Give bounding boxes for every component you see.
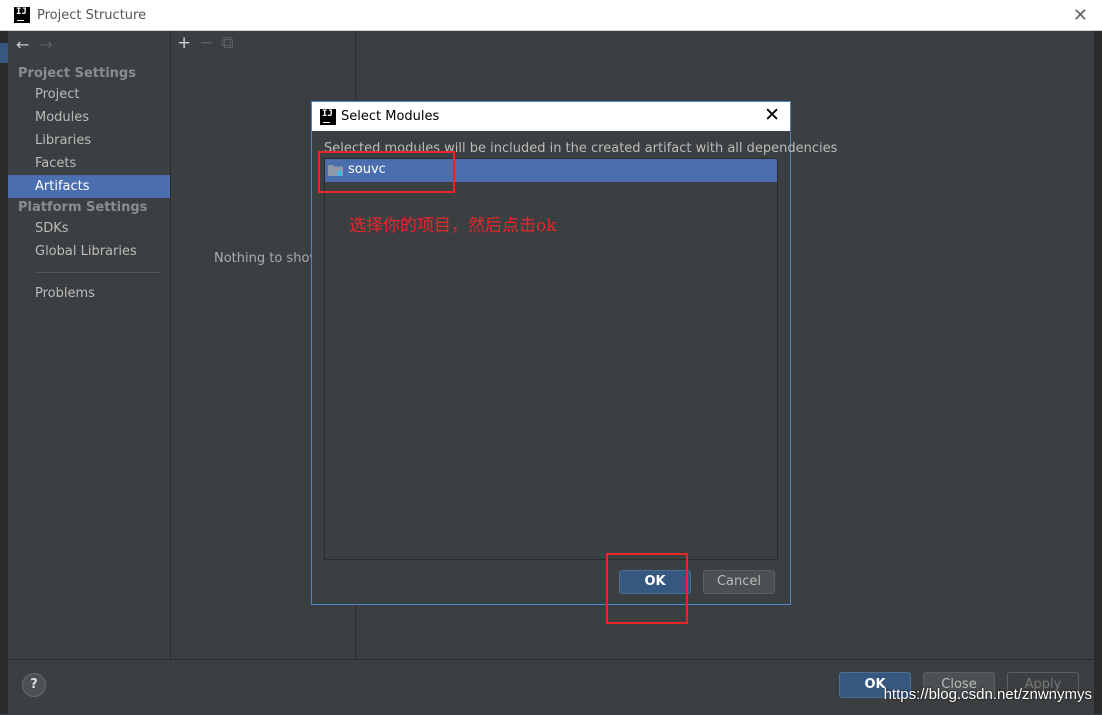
intellij-logo-icon: IJ (14, 7, 30, 23)
background-editor-edge-right (1094, 31, 1102, 714)
sidebar-item-project[interactable]: Project (8, 83, 170, 106)
settings-sidebar: ← → Project Settings Project Modules Libr… (8, 31, 171, 659)
watermark-text: https://blog.csdn.net/znwnymys (883, 686, 1092, 703)
window-title-bar: IJ Project Structure ✕ (0, 0, 1102, 31)
sidebar-item-facets[interactable]: Facets (8, 152, 170, 175)
platform-settings-heading: Platform Settings (18, 200, 148, 215)
annotation-box-module (318, 151, 455, 193)
copy-icon[interactable]: ⧉ (222, 33, 234, 53)
sidebar-item-libraries[interactable]: Libraries (8, 129, 170, 152)
nav-arrows: ← → (16, 35, 63, 54)
intellij-logo-icon: IJ (320, 109, 336, 125)
dialog-close-button[interactable]: ✕ (764, 104, 780, 126)
remove-icon[interactable]: − (199, 33, 213, 53)
annotation-box-ok (606, 553, 688, 624)
project-settings-heading: Project Settings (18, 66, 136, 81)
window-title: Project Structure (37, 8, 147, 23)
dialog-title: Select Modules (341, 109, 440, 124)
background-editor-edge (0, 31, 8, 714)
window-close-button[interactable]: ✕ (1073, 5, 1088, 26)
sidebar-item-problems[interactable]: Problems (8, 282, 170, 305)
artifacts-toolbar: + − ⧉ (177, 33, 242, 53)
forward-arrow-icon[interactable]: → (39, 35, 52, 54)
sidebar-divider (35, 272, 160, 273)
add-icon[interactable]: + (177, 33, 191, 53)
sidebar-item-sdks[interactable]: SDKs (8, 217, 170, 240)
back-arrow-icon[interactable]: ← (16, 35, 29, 54)
sidebar-item-modules[interactable]: Modules (8, 106, 170, 129)
sidebar-item-artifacts[interactable]: Artifacts (8, 175, 170, 198)
empty-state-text: Nothing to show (214, 251, 321, 266)
help-button[interactable]: ? (22, 673, 46, 697)
dialog-title-bar: IJ Select Modules ✕ (312, 102, 790, 131)
dialog-cancel-button[interactable]: Cancel (703, 570, 775, 594)
annotation-text: 选择你的项目，然后点击ok (349, 216, 557, 236)
sidebar-item-global-libraries[interactable]: Global Libraries (8, 240, 170, 263)
